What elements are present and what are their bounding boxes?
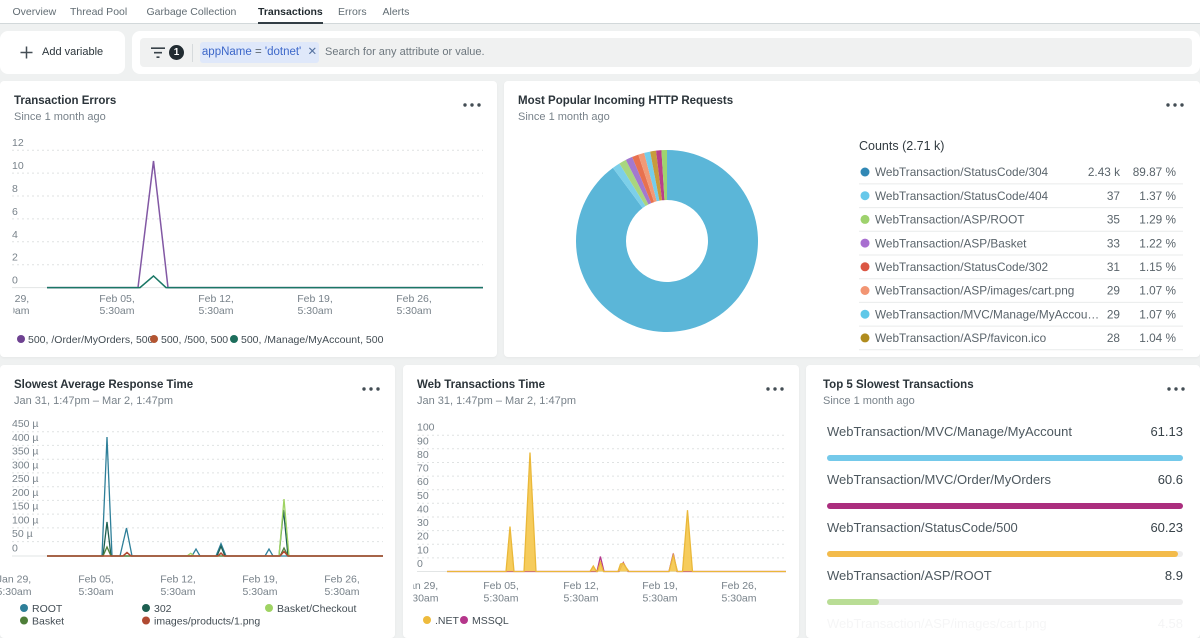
svg-text:1.37 %: 1.37 % bbox=[1139, 189, 1176, 203]
svg-text:37: 37 bbox=[1107, 189, 1120, 203]
svg-text:WebTransaction/StatusCode/304: WebTransaction/StatusCode/304 bbox=[875, 165, 1049, 179]
svg-text:Feb 05,: Feb 05, bbox=[99, 293, 135, 305]
svg-text:8: 8 bbox=[12, 183, 18, 195]
svg-text:Feb 19,: Feb 19, bbox=[242, 574, 278, 586]
svg-text:100 µ: 100 µ bbox=[12, 514, 39, 526]
svg-text:Basket: Basket bbox=[32, 616, 64, 628]
svg-text:1.07 %: 1.07 % bbox=[1139, 284, 1176, 298]
svg-text:0: 0 bbox=[12, 543, 18, 555]
svg-text:5:30am: 5:30am bbox=[198, 305, 233, 317]
svg-text:Feb 26,: Feb 26, bbox=[396, 293, 432, 305]
svg-text:10: 10 bbox=[417, 544, 429, 556]
svg-text:5:30am: 5:30am bbox=[483, 593, 518, 605]
svg-text:Feb 12,: Feb 12, bbox=[198, 293, 234, 305]
svg-text:29: 29 bbox=[1107, 307, 1120, 321]
svg-text:Feb 12,: Feb 12, bbox=[563, 580, 599, 592]
svg-text:5:30am: 5:30am bbox=[160, 586, 195, 598]
svg-text:60: 60 bbox=[417, 476, 429, 488]
svg-text:500, /Order/MyOrders, 500: 500, /Order/MyOrders, 500 bbox=[28, 334, 154, 346]
svg-text:5:30am: 5:30am bbox=[242, 586, 277, 598]
svg-text:MSSQL: MSSQL bbox=[472, 615, 509, 627]
svg-text:30: 30 bbox=[417, 517, 429, 529]
svg-text:5:30am: 5:30am bbox=[721, 593, 756, 605]
svg-text:40: 40 bbox=[417, 504, 429, 516]
svg-text:2: 2 bbox=[12, 252, 18, 264]
svg-text:31: 31 bbox=[1107, 260, 1120, 274]
svg-text:70: 70 bbox=[417, 463, 429, 475]
svg-text:5:30am: 5:30am bbox=[99, 305, 134, 317]
svg-text:1.15 %: 1.15 % bbox=[1139, 260, 1176, 274]
svg-text:0: 0 bbox=[12, 275, 18, 287]
svg-text:12: 12 bbox=[12, 137, 24, 149]
svg-text:200 µ: 200 µ bbox=[12, 487, 39, 499]
svg-text:Jan 29,: Jan 29, bbox=[0, 574, 31, 586]
svg-text:images/products/1.png: images/products/1.png bbox=[154, 616, 260, 628]
svg-text:Feb 12,: Feb 12, bbox=[160, 574, 196, 586]
svg-text:Feb 05,: Feb 05, bbox=[483, 580, 519, 592]
svg-text:33: 33 bbox=[1107, 236, 1121, 250]
svg-text:6: 6 bbox=[12, 206, 18, 218]
svg-text:1.29 %: 1.29 % bbox=[1139, 213, 1176, 227]
svg-text:400 µ: 400 µ bbox=[12, 432, 39, 444]
svg-text:WebTransaction/ASP/favicon.ico: WebTransaction/ASP/favicon.ico bbox=[875, 331, 1047, 345]
svg-text:28: 28 bbox=[1107, 331, 1121, 345]
svg-text:450 µ: 450 µ bbox=[12, 418, 39, 430]
svg-text:Feb 26,: Feb 26, bbox=[324, 574, 360, 586]
svg-text:10: 10 bbox=[12, 160, 24, 172]
svg-text:Counts (2.71 k): Counts (2.71 k) bbox=[859, 139, 944, 153]
svg-text:.NET: .NET bbox=[435, 615, 460, 627]
svg-text:4: 4 bbox=[12, 229, 18, 241]
svg-text:5:30am: 5:30am bbox=[78, 586, 113, 598]
svg-text:Feb 26,: Feb 26, bbox=[721, 580, 757, 592]
svg-text:500, /500, 500: 500, /500, 500 bbox=[161, 334, 228, 346]
svg-text:50 µ: 50 µ bbox=[12, 528, 33, 540]
svg-text:35: 35 bbox=[1107, 213, 1121, 227]
svg-text:5:30am: 5:30am bbox=[563, 593, 598, 605]
svg-text:WebTransaction/ASP/ROOT: WebTransaction/ASP/ROOT bbox=[875, 213, 1024, 227]
svg-text:5:30am: 5:30am bbox=[324, 586, 359, 598]
svg-text:89.87 %: 89.87 % bbox=[1133, 165, 1177, 179]
svg-text:250 µ: 250 µ bbox=[12, 473, 39, 485]
svg-text:2.43 k: 2.43 k bbox=[1088, 165, 1120, 179]
svg-text:300 µ: 300 µ bbox=[12, 459, 39, 471]
svg-text:1.07 %: 1.07 % bbox=[1139, 307, 1176, 321]
svg-text:500, /Manage/MyAccount, 500: 500, /Manage/MyAccount, 500 bbox=[241, 334, 384, 346]
svg-text:29: 29 bbox=[1107, 284, 1120, 298]
svg-text:150 µ: 150 µ bbox=[12, 501, 39, 513]
svg-text:90: 90 bbox=[417, 435, 429, 447]
svg-text:Feb 05,: Feb 05, bbox=[78, 574, 114, 586]
svg-text:0: 0 bbox=[417, 558, 423, 570]
svg-text:Feb 19,: Feb 19, bbox=[642, 580, 678, 592]
svg-text:100: 100 bbox=[417, 422, 435, 434]
svg-text:WebTransaction/StatusCode/404: WebTransaction/StatusCode/404 bbox=[875, 189, 1049, 203]
svg-text:1.04 %: 1.04 % bbox=[1139, 331, 1176, 345]
svg-text:1.22 %: 1.22 % bbox=[1139, 236, 1176, 250]
svg-text:5:30am: 5:30am bbox=[642, 593, 677, 605]
svg-text:WebTransaction/ASP/images/cart: WebTransaction/ASP/images/cart.png bbox=[875, 284, 1074, 298]
svg-text:5:30am: 5:30am bbox=[396, 305, 431, 317]
svg-text:5:30am: 5:30am bbox=[0, 586, 32, 598]
svg-text:20: 20 bbox=[417, 531, 429, 543]
svg-text:Feb 19,: Feb 19, bbox=[297, 293, 333, 305]
svg-text:WebTransaction/ASP/Basket: WebTransaction/ASP/Basket bbox=[875, 236, 1027, 250]
svg-text:Basket/Checkout: Basket/Checkout bbox=[277, 603, 356, 615]
svg-text:5:30am: 5:30am bbox=[297, 305, 332, 317]
svg-text:WebTransaction/StatusCode/302: WebTransaction/StatusCode/302 bbox=[875, 260, 1048, 274]
svg-text:50: 50 bbox=[417, 490, 429, 502]
svg-text:80: 80 bbox=[417, 449, 429, 461]
svg-text:302: 302 bbox=[154, 603, 172, 615]
svg-text:WebTransaction/MVC/Manage/MyAc: WebTransaction/MVC/Manage/MyAccou… bbox=[875, 307, 1099, 321]
svg-text:350 µ: 350 µ bbox=[12, 446, 39, 458]
svg-text:ROOT: ROOT bbox=[32, 603, 63, 615]
